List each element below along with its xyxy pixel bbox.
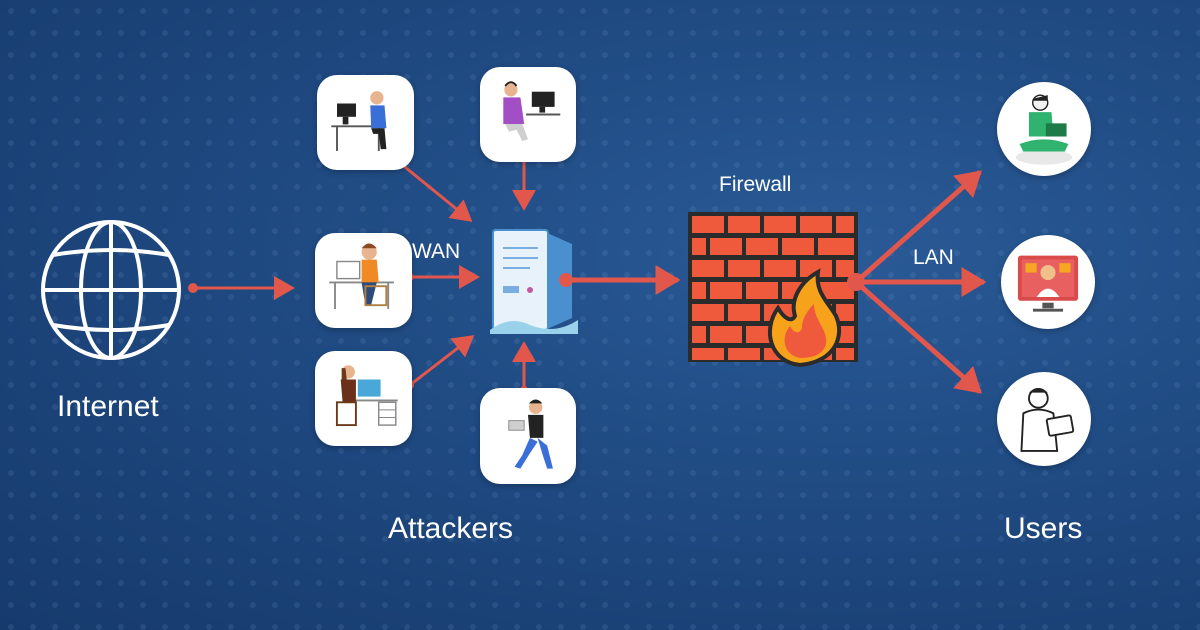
attacker-tile-5	[480, 388, 576, 484]
firewall-output-node	[847, 273, 865, 291]
wan-label: WAN	[412, 240, 461, 263]
user-avatar-1	[997, 82, 1091, 176]
firewall-label: Firewall	[719, 173, 792, 196]
people-on-screen-icon	[1017, 255, 1079, 312]
person-with-laptop-icon	[508, 399, 553, 469]
users-label: Users	[1004, 512, 1083, 545]
user-avatar-3	[997, 372, 1091, 466]
lan-label: LAN	[913, 246, 954, 269]
arrow-server-to-firewall	[559, 265, 681, 295]
attacker-tile-4	[315, 351, 412, 446]
arrow-firewall-to-user3	[854, 280, 982, 394]
attackers-label: Attackers	[388, 512, 514, 545]
internet-label: Internet	[57, 390, 159, 423]
person-with-laptop-icon	[1015, 94, 1073, 165]
network-diagram: Internet Attackers Users Firewall WAN LA…	[0, 0, 1200, 630]
person-with-headset-icon	[503, 81, 561, 142]
attacker-tile-1	[317, 75, 414, 170]
arrow-attacker1-to-server	[396, 159, 473, 222]
attacker-tile-3	[315, 233, 412, 328]
arrow-attacker2-to-server	[512, 154, 536, 211]
person-at-desk-icon	[329, 243, 394, 309]
arrow-attacker4-to-server	[406, 335, 475, 389]
globe-icon	[41, 220, 181, 360]
user-avatar-2	[1001, 235, 1095, 329]
woman-at-desk-icon	[335, 365, 398, 427]
arrow-internet-to-attackers	[188, 276, 295, 300]
brick-wall-fire-icon	[688, 212, 858, 368]
attacker-tile-2	[480, 67, 576, 162]
arrow-attacker3-to-server	[406, 265, 480, 289]
arrow-attacker5-to-server	[512, 341, 536, 394]
person-at-desktop-icon	[331, 91, 387, 151]
man-with-laptop-icon	[1020, 387, 1075, 452]
